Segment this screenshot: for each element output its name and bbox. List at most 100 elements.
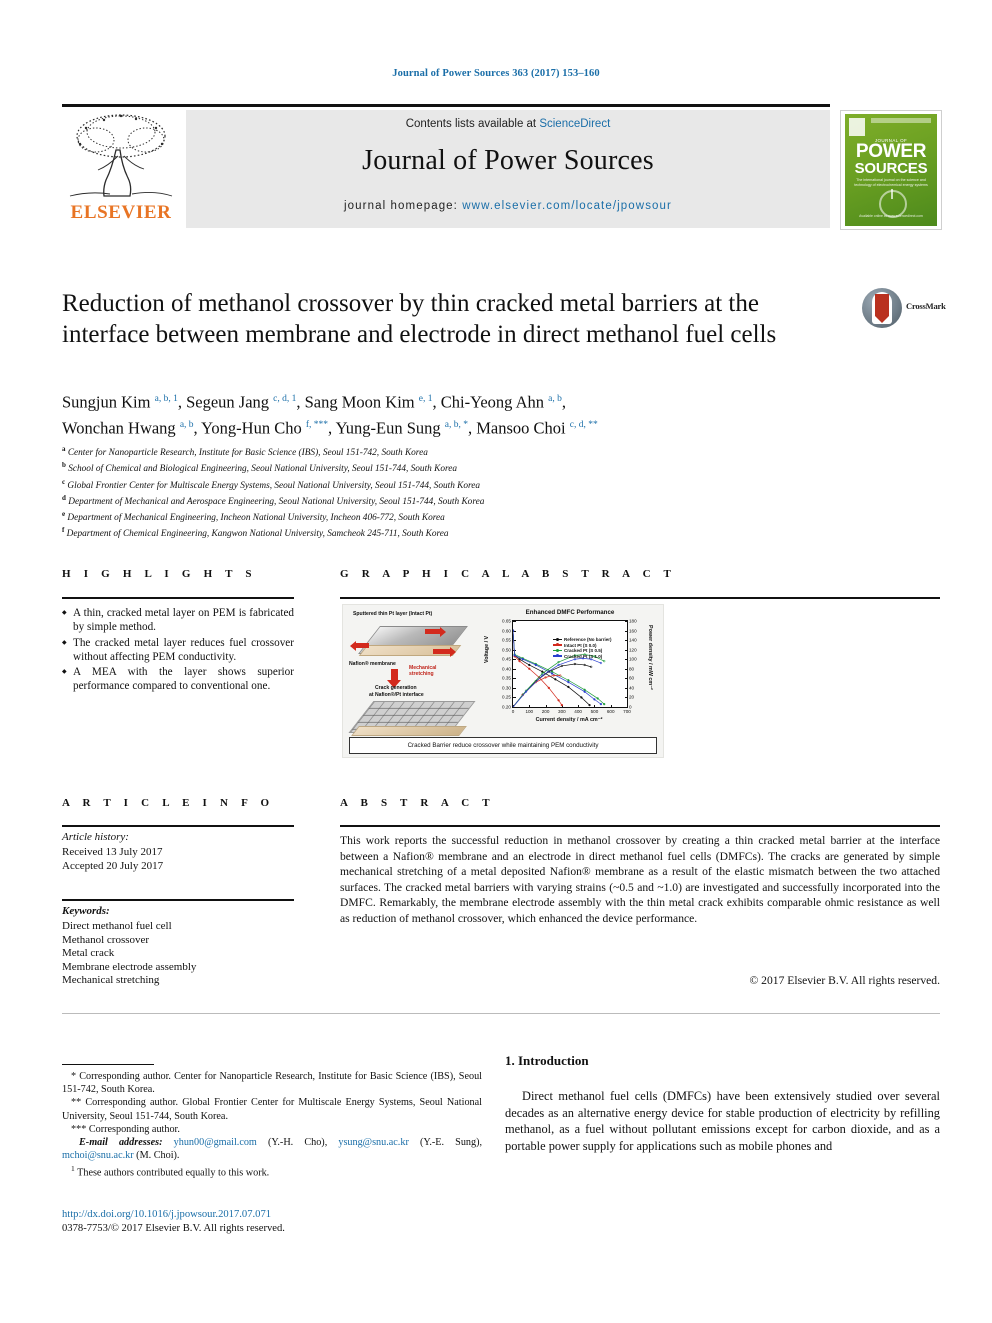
footer-identifiers: http://dx.doi.org/10.1016/j.jpowsour.201… [62,1208,482,1236]
chart-y2-tick: 60 [629,675,635,681]
chart-y-tick: 0.50 [502,647,511,653]
elsevier-logo: ELSEVIER [62,110,180,228]
chart-legend-swatch [553,642,562,647]
schematic-label-mechanical-stretching: Mechanical stretching [409,665,437,677]
stretch-arrow-right-bottom [433,646,456,657]
chart-x-tick: 400 [574,709,582,714]
footnote-corresponding-3: *** Corresponding author. [71,1123,180,1135]
page-bottom-divider [62,1013,940,1014]
schematic-diagram: Sputtered thin Pt layer (Intact Pt) Nafi… [347,609,477,736]
email-link-choi[interactable]: mchoi@snu.ac.kr [62,1150,134,1161]
footnote-corresponding-2: ** Corresponding author. Global Frontier… [62,1097,482,1122]
chart-data-point [599,702,603,706]
cover-elsevier-mark-icon [849,118,865,136]
accepted-date: Accepted 20 July 2017 [62,859,164,872]
elsevier-tree-icon [69,114,173,197]
chart-legend-label: Cracked Pt (S 0.5) [564,648,603,653]
email-link-sung[interactable]: ysung@snu.ac.kr [338,1137,409,1148]
issn-copyright: 0378-7753/© 2017 Elsevier B.V. All right… [62,1223,285,1234]
highlight-item: A MEA with the layer shows superior perf… [62,665,294,694]
highlight-item: A thin, cracked metal layer on PEM is fa… [62,606,294,635]
chart-y-tick: 0.65 [502,618,511,624]
chart-x-tick: 500 [590,709,599,714]
email-name-cho: (Y.-H. Cho), [267,1137,328,1149]
chart-x-tick: 700 [623,709,631,714]
schematic-label-pt-layer: Sputtered thin Pt layer (Intact Pt) [353,611,433,617]
journal-homepage-link[interactable]: www.elsevier.com/locate/jpowsour [462,200,672,212]
affiliation-item: e Department of Mechanical Engineering, … [62,510,445,524]
crossmark-disc-icon [862,288,902,328]
graphical-abstract-rule [340,597,940,599]
chart-y2-tick: 180 [629,618,637,624]
cover-top-band [871,118,931,123]
graphical-abstract-figure[interactable]: Sputtered thin Pt layer (Intact Pt) Nafi… [342,604,664,758]
chart-y-tick: 0.20 [502,704,511,710]
schematic-label-crack-interface: at Nafion®/Pt interface [369,692,424,698]
chart-x-axis-label: Current density / mA cm⁻² [535,717,603,723]
affiliation-item: a Center for Nanoparticle Research, Inst… [62,445,428,459]
email-name-sung: (Y.-E. Sung), [419,1137,483,1149]
chart-x-tick: 0 [511,709,515,714]
chart-data-point [518,659,521,663]
graphical-abstract-heading: G R A P H I C A L A B S T R A C T [340,568,677,580]
keyword-item: Metal crack [62,947,115,959]
chart-data-point [583,688,586,691]
chart-legend-label: Cracked Pt (S 1.0) [564,653,603,659]
chart-y-tick: 0.55 [502,637,511,643]
chart-data-point [596,697,599,700]
affiliation-item: b School of Chemical and Biological Engi… [62,461,458,475]
chart-data-point [593,698,596,701]
chart-legend-swatch [553,653,562,658]
chart-y-tick: 0.60 [502,628,511,634]
affiliation-item: c Global Frontier Center for Multiscale … [62,477,481,491]
chart-series-line [513,663,592,707]
chart-y-tick: 0.25 [502,694,511,700]
stretch-arrow-left [350,640,369,651]
process-arrow-down [387,669,401,688]
chart-curves [513,629,606,707]
doi-link[interactable]: http://dx.doi.org/10.1016/j.jpowsour.201… [62,1208,482,1222]
journal-title: Journal of Power Sources [362,145,654,176]
chart-y2-tick: 20 [629,694,635,700]
crossmark-book-icon [875,294,889,323]
footnote-equal-contribution: 1 These authors contributed equally to t… [62,1162,482,1180]
abstract-body: This work reports the successful reducti… [340,834,940,925]
footnote-rule [62,1064,154,1065]
chart-data-point [567,685,570,689]
chart-data-point [547,686,550,690]
chart-data-point [554,678,557,681]
contents-prefix: Contents lists available at [405,118,540,130]
chart-x-tick: 100 [525,709,534,714]
email-link-cho[interactable]: yhun00@gmail.com [174,1137,257,1148]
journal-cover-thumbnail[interactable]: JOURNAL OF POWER SOURCES The internation… [840,110,942,230]
author-line-2: Wonchan Hwang a, b, Yong-Hun Cho f, ***,… [62,418,598,437]
graphical-abstract-caption: Cracked Barrier reduce crossover while m… [349,737,657,754]
crossmark-badge[interactable]: CrossMark [862,288,946,332]
email-name-choi: (M. Choi). [136,1150,180,1162]
chart-y2-tick: 120 [629,647,637,653]
chart-y-axis-label: Voltage / V [484,635,490,663]
chart-y-tick: 0.45 [502,656,511,662]
chart-y-tick: 0.35 [502,675,511,681]
abstract-copyright: © 2017 Elsevier B.V. All rights reserved… [749,974,940,987]
cover-sources-word: SOURCES [854,160,928,177]
chart-y-tick: 0.40 [502,666,511,672]
affiliation-marker: e [62,510,66,519]
chart-legend-swatch [553,636,562,642]
chart-legend-item: Cracked Pt (S 0.5) [553,647,612,653]
cover-footer-text: Available online at www.sciencedirect.co… [859,214,923,218]
chart-data-point [521,658,524,661]
cover-power-word: POWER [855,141,927,162]
sciencedirect-link[interactable]: ScienceDirect [539,118,610,130]
chart-data-point [513,654,516,657]
contents-available-line: Contents lists available at ScienceDirec… [186,118,830,130]
keywords-list: Direct methanol fuel cell Methanol crosso… [62,920,294,988]
journal-masthead: ELSEVIER Contents lists available at Sci… [62,104,942,230]
homepage-prefix: journal homepage: [344,200,463,212]
chart-data-point [550,672,554,675]
highlights-list: A thin, cracked metal layer on PEM is fa… [62,606,294,695]
chart-data-point [567,681,570,684]
chart-x-tick-mark [627,704,628,707]
dmfc-performance-chart: Enhanced DMFC Performance Voltage / V Po… [479,607,661,735]
highlights-heading: H I G H L I G H T S [62,568,257,580]
